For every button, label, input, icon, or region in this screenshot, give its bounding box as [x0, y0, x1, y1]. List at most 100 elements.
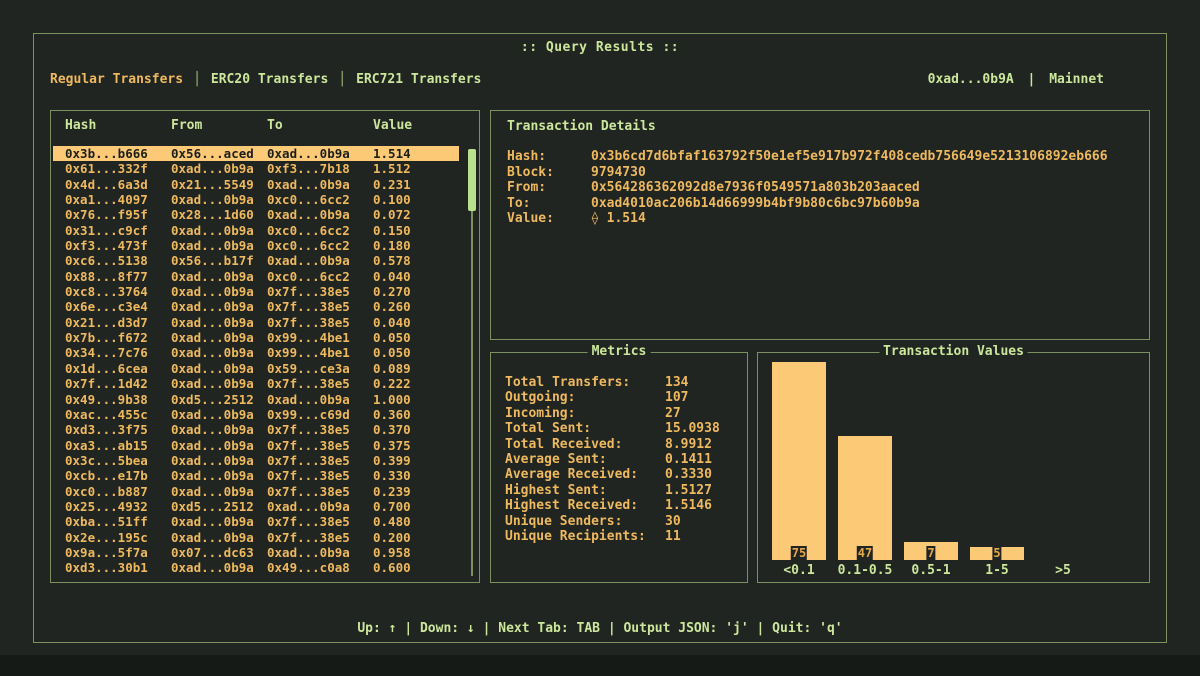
cell-to: 0x7f...38e5 [267, 438, 373, 453]
transfers-table-panel: HashFromToValue 0x3b...b6660x56...aced0x… [50, 110, 480, 583]
detail-field: Block:9794730 [507, 165, 1141, 181]
table-row[interactable]: 0xd3...30b10xad...0b9a0x49...c0a80.600 [53, 560, 459, 575]
bar: 75 [772, 362, 826, 560]
tab-regular-transfers[interactable]: Regular Transfers [50, 72, 183, 87]
bar-chart: 754775 [766, 361, 1096, 560]
cell-to: 0xad...0b9a [267, 253, 373, 268]
bar-x-label: 1-5 [964, 563, 1030, 578]
cell-hash: 0xd3...3f75 [65, 422, 171, 437]
cell-hash: 0x49...9b38 [65, 392, 171, 407]
bar-value-label: 5 [992, 546, 1001, 560]
cell-value: 0.231 [373, 177, 459, 192]
cell-to: 0xad...0b9a [267, 545, 373, 560]
cell-to: 0xc0...6cc2 [267, 192, 373, 207]
table-row[interactable]: 0x34...7c760xad...0b9a0x99...4be10.050 [53, 345, 459, 360]
cell-from: 0xad...0b9a [171, 161, 267, 176]
cell-value: 0.239 [373, 484, 459, 499]
cell-from: 0xad...0b9a [171, 453, 267, 468]
cell-to: 0x7f...38e5 [267, 453, 373, 468]
cell-from: 0xad...0b9a [171, 514, 267, 529]
bar-slot [1030, 361, 1096, 560]
cell-to: 0x99...c69d [267, 407, 373, 422]
cell-from: 0xad...0b9a [171, 438, 267, 453]
cell-hash: 0x21...d3d7 [65, 315, 171, 330]
cell-hash: 0xf3...473f [65, 238, 171, 253]
table-row[interactable]: 0x7f...1d420xad...0b9a0x7f...38e50.222 [53, 376, 459, 391]
cell-from: 0xad...0b9a [171, 223, 267, 238]
detail-field: Value:⟠ 1.514 [507, 211, 1141, 227]
cell-hash: 0x76...f95f [65, 207, 171, 222]
bar: 7 [904, 542, 958, 560]
cell-value: 0.050 [373, 345, 459, 360]
transfers-table-header: HashFromToValue [53, 118, 459, 133]
table-row[interactable]: 0x49...9b380xd5...25120xad...0b9a1.000 [53, 392, 459, 407]
cell-from: 0x21...5549 [171, 177, 267, 192]
scrollbar-track[interactable] [471, 149, 473, 576]
table-row[interactable]: 0x25...49320xd5...25120xad...0b9a0.700 [53, 499, 459, 514]
cell-hash: 0xd3...30b1 [65, 560, 171, 575]
table-row[interactable]: 0xc0...b8870xad...0b9a0x7f...38e50.239 [53, 484, 459, 499]
table-row[interactable]: 0xcb...e17b0xad...0b9a0x7f...38e50.330 [53, 468, 459, 483]
cell-from: 0xad...0b9a [171, 361, 267, 376]
bar-x-label: >5 [1030, 563, 1096, 578]
cell-hash: 0x6e...c3e4 [65, 299, 171, 314]
cell-from: 0x56...b17f [171, 253, 267, 268]
query-results-window: :: Query Results :: Regular Transfers│ER… [33, 33, 1167, 643]
table-row[interactable]: 0xd3...3f750xad...0b9a0x7f...38e50.370 [53, 422, 459, 437]
metric-item: Highest Received:1.5146 [505, 498, 741, 513]
detail-value: 0xad4010ac206b14d66999b4bf9b80c6bc97b60b… [591, 196, 1141, 212]
cell-value: 0.375 [373, 438, 459, 453]
table-row[interactable]: 0x9a...5f7a0x07...dc630xad...0b9a0.958 [53, 545, 459, 560]
tab-erc20-transfers[interactable]: ERC20 Transfers [211, 72, 328, 87]
cell-hash: 0x3b...b666 [65, 146, 171, 161]
cell-value: 0.089 [373, 361, 459, 376]
table-row[interactable]: 0x61...332f0xad...0b9a0xf3...7b181.512 [53, 161, 459, 176]
bar-x-label: <0.1 [766, 563, 832, 578]
table-row[interactable]: 0x2e...195c0xad...0b9a0x7f...38e50.200 [53, 530, 459, 545]
cell-from: 0xad...0b9a [171, 484, 267, 499]
table-row[interactable]: 0xa3...ab150xad...0b9a0x7f...38e50.375 [53, 438, 459, 453]
detail-value: 0x3b6cd7d6bfaf163792f50e1ef5e917b972f408… [591, 149, 1141, 165]
detail-field: To:0xad4010ac206b14d66999b4bf9b80c6bc97b… [507, 196, 1141, 212]
cell-hash: 0xa1...4097 [65, 192, 171, 207]
cell-value: 0.700 [373, 499, 459, 514]
cell-value: 0.399 [373, 453, 459, 468]
table-row[interactable]: 0xf3...473f0xad...0b9a0xc0...6cc20.180 [53, 238, 459, 253]
cell-value: 0.050 [373, 330, 459, 345]
table-row[interactable]: 0x88...8f770xad...0b9a0xc0...6cc20.040 [53, 269, 459, 284]
cell-value: 0.100 [373, 192, 459, 207]
cell-value: 0.958 [373, 545, 459, 560]
table-row[interactable]: 0xba...51ff0xad...0b9a0x7f...38e50.480 [53, 514, 459, 529]
table-row[interactable]: 0x3c...5bea0xad...0b9a0x7f...38e50.399 [53, 453, 459, 468]
tab-erc721-transfers[interactable]: ERC721 Transfers [356, 72, 481, 87]
table-row[interactable]: 0x31...c9cf0xad...0b9a0xc0...6cc20.150 [53, 223, 459, 238]
metrics-panel: Metrics Total Transfers:134Outgoing:107I… [490, 352, 748, 583]
table-row[interactable]: 0x1d...6cea0xad...0b9a0x59...ce3a0.089 [53, 361, 459, 376]
table-row[interactable]: 0x4d...6a3d0x21...55490xad...0b9a0.231 [53, 177, 459, 192]
cell-hash: 0xc6...5138 [65, 253, 171, 268]
metric-item: Highest Sent:1.5127 [505, 483, 741, 498]
cell-from: 0xad...0b9a [171, 407, 267, 422]
cell-hash: 0x7f...1d42 [65, 376, 171, 391]
cell-to: 0xad...0b9a [267, 392, 373, 407]
scrollbar-thumb[interactable] [468, 149, 476, 211]
metric-value: 134 [665, 375, 741, 391]
bar-x-label: 0.1-0.5 [832, 563, 898, 578]
cell-to: 0x7f...38e5 [267, 315, 373, 330]
bar-slot: 7 [898, 361, 964, 560]
table-row[interactable]: 0xc8...37640xad...0b9a0x7f...38e50.270 [53, 284, 459, 299]
table-row[interactable]: 0xac...455c0xad...0b9a0x99...c69d0.360 [53, 407, 459, 422]
table-row[interactable]: 0xa1...40970xad...0b9a0xc0...6cc20.100 [53, 192, 459, 207]
detail-value: ⟠ 1.514 [591, 211, 1141, 227]
metric-value: 0.3330 [665, 467, 741, 483]
bar-slot: 5 [964, 361, 1030, 560]
cell-value: 0.200 [373, 530, 459, 545]
cell-to: 0x59...ce3a [267, 361, 373, 376]
table-row[interactable]: 0x6e...c3e40xad...0b9a0x7f...38e50.260 [53, 299, 459, 314]
table-row[interactable]: 0x3b...b6660x56...aced0xad...0b9a1.514 [53, 146, 459, 161]
cell-to: 0xad...0b9a [267, 207, 373, 222]
table-row[interactable]: 0xc6...51380x56...b17f0xad...0b9a0.578 [53, 253, 459, 268]
table-row[interactable]: 0x7b...f6720xad...0b9a0x99...4be10.050 [53, 330, 459, 345]
table-row[interactable]: 0x76...f95f0x28...1d600xad...0b9a0.072 [53, 207, 459, 222]
table-row[interactable]: 0x21...d3d70xad...0b9a0x7f...38e50.040 [53, 315, 459, 330]
